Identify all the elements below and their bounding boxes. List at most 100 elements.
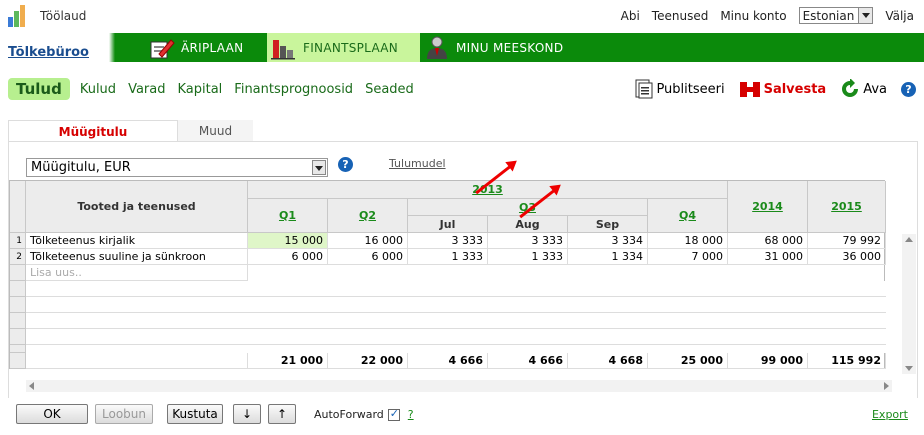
vertical-scrollbar[interactable] <box>902 234 916 374</box>
chevron-down-icon <box>312 160 326 175</box>
help-icon[interactable]: ? <box>338 157 353 172</box>
column-header-q2[interactable]: Q2 <box>328 199 408 233</box>
services-link[interactable]: Teenused <box>652 9 709 23</box>
subtab-forecasts[interactable]: Finantsprognoosid <box>234 82 353 97</box>
nav-item-label: ÄRIPLAAN <box>181 40 244 55</box>
toolbar-actions: Publitseeri Salvesta Ava ? <box>635 79 916 99</box>
table-cell[interactable]: 3 333 <box>488 233 568 249</box>
table-cell[interactable]: 1 333 <box>408 249 488 265</box>
total-cell: 22 000 <box>328 353 408 369</box>
column-header-2014[interactable]: 2014 <box>728 181 808 233</box>
nav-item-business-plan[interactable]: ÄRIPLAAN <box>145 33 267 62</box>
table-cell[interactable]: 79 992 <box>808 233 886 249</box>
autoforward-checkbox[interactable] <box>387 407 400 421</box>
nav-item-label: FINANTSPLAAN <box>303 40 399 55</box>
table-cell[interactable]: 15 000 <box>248 233 328 249</box>
subtab-settings[interactable]: Seaded <box>365 82 414 97</box>
save-label: Salvesta <box>763 81 827 97</box>
column-header-2015[interactable]: 2015 <box>808 181 886 233</box>
total-cell: 21 000 <box>248 353 328 369</box>
table-row-name[interactable]: Tõlketeenus kirjalik <box>26 233 248 249</box>
publish-button[interactable]: Publitseeri <box>635 79 725 99</box>
total-cell: 99 000 <box>728 353 808 369</box>
revenue-model-link[interactable]: Tulumudel <box>389 157 446 170</box>
column-header-products: Tooted ja teenused <box>26 181 248 233</box>
sub-nav: Tulud Kulud Varad Kapital Finantsprognoo… <box>8 78 426 100</box>
cancel-button[interactable]: Loobun <box>95 404 153 424</box>
totals-label <box>26 353 248 369</box>
bar-chart-icon <box>271 36 297 60</box>
total-cell: 25 000 <box>648 353 728 369</box>
column-header-q1[interactable]: Q1 <box>248 199 328 233</box>
row-number <box>10 329 26 345</box>
table-cell[interactable]: 7 000 <box>648 249 728 265</box>
table-cell[interactable]: 6 000 <box>248 249 328 265</box>
delete-button[interactable]: Kustuta <box>167 404 223 424</box>
chevron-down-icon <box>858 8 873 23</box>
nav-item-my-team[interactable]: MINU MEESKOND <box>420 33 580 62</box>
autoforward-help-link[interactable]: ? <box>408 408 414 421</box>
save-button[interactable]: Salvesta <box>739 79 827 99</box>
revenue-tabs: Müügitulu Muud <box>8 120 918 142</box>
total-cell: 115 992 <box>808 353 886 369</box>
ok-button[interactable]: OK <box>16 404 88 424</box>
table-cell[interactable]: 36 000 <box>808 249 886 265</box>
column-header-q4[interactable]: Q4 <box>648 199 728 233</box>
revenue-type-select[interactable]: Müügitulu, EUR <box>26 158 328 177</box>
table-cell[interactable]: 68 000 <box>728 233 808 249</box>
subtab-assets[interactable]: Varad <box>128 82 165 97</box>
add-new-row[interactable]: Lisa uus.. <box>26 265 248 281</box>
open-button[interactable]: Ava <box>840 79 887 99</box>
table-cell[interactable]: 18 000 <box>648 233 728 249</box>
export-link[interactable]: Export <box>872 408 908 421</box>
column-header-sep: Sep <box>568 216 648 233</box>
total-cell: 4 666 <box>488 353 568 369</box>
subtab-expenses[interactable]: Kulud <box>80 82 116 97</box>
total-cell: 4 666 <box>408 353 488 369</box>
nav-green-bar: ÄRIPLAAN FINANTSPLAAN MINU MEESKOND <box>109 33 924 62</box>
nav-item-financial-plan[interactable]: FINANTSPLAAN <box>267 33 420 62</box>
revenue-grid: Tooted ja teenused 2013 Q1 Q2 Q3 Jul Aug… <box>9 180 886 369</box>
help-link[interactable]: Abi <box>621 9 640 23</box>
language-select[interactable]: Estonian <box>798 7 874 24</box>
dashboard-link[interactable]: Töölaud <box>40 9 86 23</box>
table-cell[interactable]: 1 334 <box>568 249 648 265</box>
document-icon <box>635 79 653 99</box>
table-cell[interactable]: 1 333 <box>488 249 568 265</box>
table-cell[interactable]: 6 000 <box>328 249 408 265</box>
language-value: Estonian <box>802 8 855 23</box>
pencil-plan-icon <box>149 36 175 60</box>
row-number <box>10 345 26 353</box>
table-cell[interactable]: 31 000 <box>728 249 808 265</box>
table-cell[interactable]: 3 333 <box>408 233 488 249</box>
move-down-button[interactable]: ↓ <box>233 404 261 424</box>
table-cell[interactable]: 3 334 <box>568 233 648 249</box>
move-up-button[interactable]: ↑ <box>268 404 296 424</box>
tab-other[interactable]: Muud <box>178 120 253 142</box>
row-number <box>10 313 26 329</box>
row-number <box>10 297 26 313</box>
top-bar: Töölaud Abi Teenused Minu konto Estonian… <box>0 0 924 32</box>
my-account-link[interactable]: Minu konto <box>720 9 786 23</box>
autoforward-label: AutoForward <box>314 408 384 421</box>
tab-sales-revenue[interactable]: Müügitulu <box>8 120 178 142</box>
table-cell[interactable]: 16 000 <box>328 233 408 249</box>
table-row-name[interactable]: Tõlketeenus suuline ja sünkroon <box>26 249 248 265</box>
help-icon[interactable]: ? <box>901 81 916 97</box>
subtab-revenue[interactable]: Tulud <box>8 78 70 100</box>
column-header-jul: Jul <box>408 216 488 233</box>
row-number <box>10 265 26 281</box>
logout-link[interactable]: Välja <box>885 9 914 23</box>
footer-actions: OK Loobun Kustuta ↓ ↑ AutoForward ? Expo… <box>16 404 908 426</box>
row-number <box>10 353 26 369</box>
subtab-capital[interactable]: Kapital <box>177 82 222 97</box>
app-logo-icon[interactable] <box>8 5 26 27</box>
revenue-type-value: Müügitulu, EUR <box>31 160 131 175</box>
publish-label: Publitseeri <box>656 81 725 97</box>
row-number: 2 <box>10 249 26 265</box>
company-link[interactable]: Tõlkebüroo <box>8 45 89 60</box>
horizontal-scrollbar[interactable] <box>26 380 892 392</box>
empty-rows <box>26 281 886 353</box>
column-header-aug: Aug <box>488 216 568 233</box>
row-number <box>10 281 26 297</box>
